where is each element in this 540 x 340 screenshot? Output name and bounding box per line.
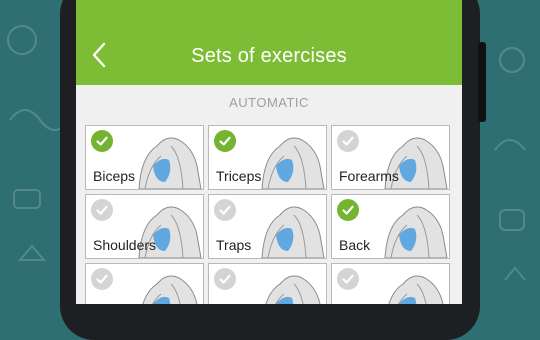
exercise-tile-forearms[interactable]: Forearms [331,125,450,190]
unchecked-icon[interactable] [214,199,236,221]
exercise-label: Forearms [339,168,399,184]
exercise-label: Triceps [216,168,262,184]
unchecked-icon[interactable] [337,130,359,152]
exercise-tile-shoulders[interactable]: Shoulders [85,194,204,259]
phone-side-button [478,42,486,122]
chest-figure-icon [142,275,198,304]
unchecked-icon[interactable] [91,199,113,221]
unchecked-icon[interactable] [91,268,113,290]
abs-figure-icon [265,275,321,304]
page-title: Sets of exercises [191,45,347,67]
exercise-grid: Biceps Triceps Forearms Shoulders Traps Back [85,125,450,304]
unchecked-icon[interactable] [214,268,236,290]
content-area: AUTOMATIC Biceps Triceps Forearms Shoulders… [76,85,462,304]
exercise-tile-back[interactable]: Back [331,194,450,259]
exercise-label: Traps [216,237,252,253]
biceps-figure-icon [138,137,202,189]
back-figure-icon [384,206,448,258]
exercise-tile-triceps[interactable]: Triceps [208,125,327,190]
exercise-label: Shoulders [93,237,157,253]
legs-figure-icon [388,275,444,304]
triceps-figure-icon [261,137,325,189]
app-screen: Sets of exercises AUTOMATIC Biceps Tricep… [76,0,462,304]
section-header: AUTOMATIC [229,95,309,110]
checkmark-icon[interactable] [214,130,236,152]
unchecked-icon[interactable] [337,268,359,290]
exercise-tile-item-9[interactable] [331,263,450,304]
exercise-tile-item-7[interactable] [85,263,204,304]
exercise-label: Back [339,237,371,253]
checkmark-icon[interactable] [337,199,359,221]
exercise-tile-biceps[interactable]: Biceps [85,125,204,190]
exercise-tile-item-8[interactable] [208,263,327,304]
traps-figure-icon [261,206,325,258]
exercise-label: Biceps [93,168,136,184]
app-bar: Sets of exercises [76,0,462,85]
checkmark-icon[interactable] [91,130,113,152]
exercise-tile-traps[interactable]: Traps [208,194,327,259]
